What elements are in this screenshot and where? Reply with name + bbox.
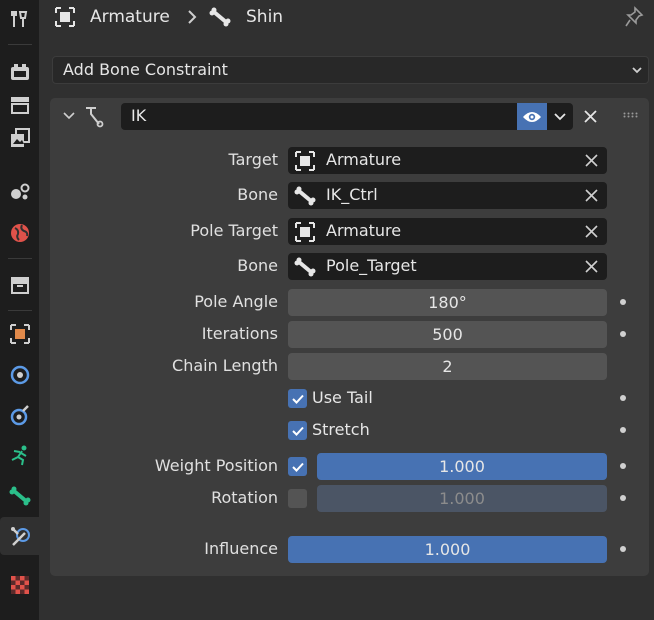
pole-bone-value: Pole_Target	[326, 256, 417, 275]
panel-header: IK	[50, 98, 649, 136]
scene-icon	[11, 183, 30, 200]
bone-value: IK_Ctrl	[326, 185, 378, 204]
pole-angle-field[interactable]: 180°	[288, 289, 607, 316]
rotation-field[interactable]: 1.000	[317, 485, 607, 512]
modifier-tab[interactable]	[6, 361, 34, 389]
bone-data-icon	[9, 486, 31, 506]
chevron-down-icon	[554, 112, 566, 120]
tool-tab[interactable]	[6, 5, 34, 33]
ik-constraint-icon	[86, 107, 104, 128]
render-tab[interactable]	[6, 58, 34, 86]
bone-constraint-tab[interactable]	[0, 517, 39, 555]
clear-icon[interactable]	[584, 188, 599, 203]
output-tab[interactable]	[6, 91, 34, 119]
render-icon	[11, 64, 29, 80]
clear-icon[interactable]	[584, 224, 599, 239]
target-field[interactable]: Armature	[288, 147, 607, 174]
particles-tab[interactable]	[6, 401, 34, 429]
drag-handle-icon[interactable]	[623, 112, 639, 118]
pole-target-label: Pole Target	[190, 221, 278, 240]
breadcrumb-bone: Shin	[246, 7, 284, 27]
bone-constraint-icon	[10, 527, 30, 546]
use-tail-checkbox[interactable]	[288, 389, 307, 408]
remove-constraint-icon[interactable]	[583, 109, 598, 124]
chevron-right-icon	[188, 10, 197, 24]
target-value: Armature	[326, 150, 402, 169]
checkmark-icon	[291, 426, 304, 436]
armature-object-icon	[295, 151, 315, 171]
collection-icon	[11, 277, 29, 294]
tool-icon	[11, 11, 28, 27]
stretch-checkbox[interactable]	[288, 421, 307, 440]
iterations-label: Iterations	[201, 324, 278, 343]
bone-label: Bone	[237, 185, 278, 204]
pin-icon[interactable]	[624, 6, 644, 28]
object-tab[interactable]	[6, 320, 34, 348]
eye-icon	[523, 111, 541, 122]
influence-label: Influence	[204, 539, 278, 558]
chain-length-field[interactable]: 2	[288, 353, 607, 380]
add-bone-constraint-label: Add Bone Constraint	[63, 60, 228, 79]
keyframe-dot[interactable]	[620, 427, 626, 433]
constraint-name-field[interactable]: IK	[121, 103, 518, 130]
bone-field[interactable]: IK_Ctrl	[288, 182, 607, 209]
keyframe-dot[interactable]	[620, 495, 626, 501]
texture-icon	[11, 576, 29, 594]
keyframe-dot[interactable]	[620, 546, 626, 552]
bone-icon	[209, 7, 231, 27]
constraint-name: IK	[131, 106, 147, 125]
pole-target-field[interactable]: Armature	[288, 218, 607, 245]
rotation-checkbox[interactable]	[288, 489, 307, 508]
checkmark-icon	[291, 462, 304, 472]
breadcrumb: Armature Shin	[39, 0, 654, 36]
keyframe-dot[interactable]	[620, 463, 626, 469]
use-tail-label: Use Tail	[312, 388, 373, 407]
pole-bone-field[interactable]: Pole_Target	[288, 253, 607, 280]
clear-icon[interactable]	[584, 259, 599, 274]
view-layer-icon	[11, 128, 30, 147]
bone-icon	[294, 257, 316, 277]
output-icon	[11, 97, 29, 114]
bone-icon	[294, 186, 316, 206]
armature-object-icon	[55, 7, 75, 27]
properties-tab-strip	[0, 0, 39, 620]
stretch-label: Stretch	[312, 420, 370, 439]
armature-object-icon	[295, 222, 315, 242]
weight-position-field[interactable]: 1.000	[317, 453, 607, 480]
physics-icon	[11, 445, 27, 466]
view-layer-tab[interactable]	[6, 124, 34, 152]
clear-icon[interactable]	[584, 153, 599, 168]
scene-tab[interactable]	[6, 177, 34, 205]
bone-data-tab[interactable]	[6, 482, 34, 510]
pole-angle-label: Pole Angle	[194, 292, 278, 311]
particles-icon	[10, 405, 29, 426]
rotation-label: Rotation	[211, 488, 278, 507]
weight-position-label: Weight Position	[154, 456, 278, 475]
chain-length-label: Chain Length	[172, 356, 278, 375]
physics-tab[interactable]	[6, 441, 34, 469]
checkmark-icon	[291, 394, 304, 404]
world-tab[interactable]	[6, 219, 34, 247]
target-label: Target	[228, 150, 279, 169]
influence-field[interactable]: 1.000	[288, 536, 607, 563]
world-icon	[11, 224, 29, 242]
modifier-icon	[10, 365, 30, 385]
chevron-down-icon	[632, 67, 642, 74]
collapse-chevron-icon[interactable]	[62, 109, 76, 123]
keyframe-dot[interactable]	[620, 331, 626, 337]
visibility-toggle[interactable]	[517, 103, 547, 130]
object-icon	[10, 324, 30, 344]
add-bone-constraint-dropdown[interactable]: Add Bone Constraint	[52, 56, 649, 84]
weight-position-checkbox[interactable]	[288, 457, 307, 476]
keyframe-dot[interactable]	[620, 395, 626, 401]
pole-bone-label: Bone	[237, 256, 278, 275]
texture-tab[interactable]	[6, 571, 34, 599]
constraint-menu-button[interactable]	[547, 103, 573, 130]
pole-target-value: Armature	[326, 221, 402, 240]
breadcrumb-object: Armature	[90, 7, 170, 27]
iterations-field[interactable]: 500	[288, 321, 607, 348]
keyframe-dot[interactable]	[620, 299, 626, 305]
collection-tab[interactable]	[6, 271, 34, 299]
